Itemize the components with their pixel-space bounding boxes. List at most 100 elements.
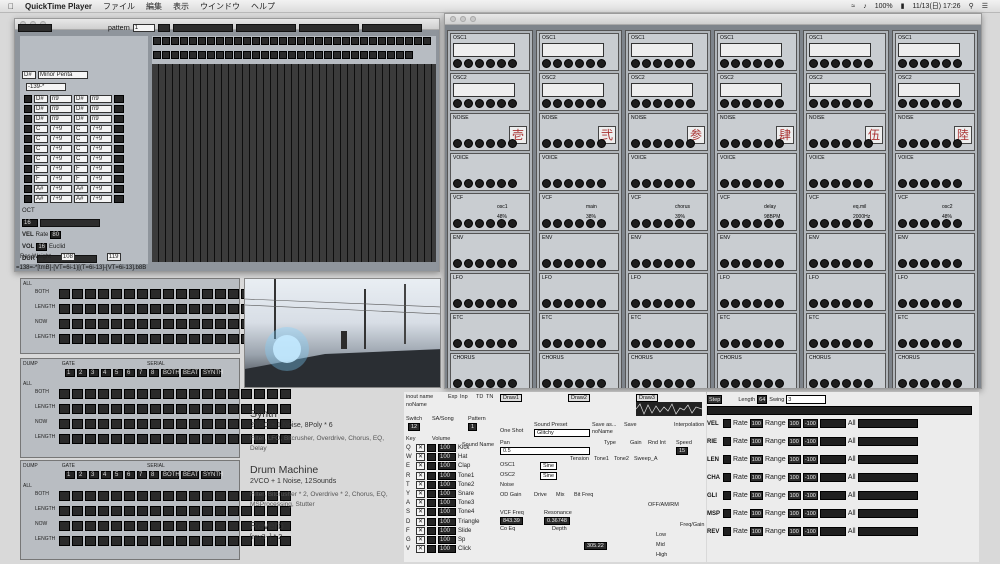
knob[interactable] <box>842 139 851 148</box>
mute-toggle[interactable]: ✕ <box>416 517 425 526</box>
gate-cell[interactable] <box>98 404 109 414</box>
knob[interactable] <box>497 299 506 308</box>
gate-cell[interactable] <box>150 521 161 531</box>
knob[interactable] <box>809 179 818 188</box>
row-root[interactable]: C <box>34 125 48 133</box>
both-button[interactable]: BOTH <box>161 471 180 479</box>
row-root[interactable]: D# <box>34 95 48 103</box>
gate-cell[interactable] <box>176 491 187 501</box>
list-icon[interactable]: ☰ <box>982 2 988 10</box>
gate-cell[interactable] <box>176 389 187 399</box>
gate-cell[interactable] <box>150 419 161 429</box>
knob[interactable] <box>864 299 873 308</box>
gate-cell[interactable] <box>202 304 213 314</box>
gate-cell[interactable] <box>59 389 70 399</box>
search-icon[interactable]: ⚲ <box>969 2 974 10</box>
gate-cell[interactable] <box>189 389 200 399</box>
gate-cell[interactable] <box>111 389 122 399</box>
mute-toggle[interactable]: ✕ <box>416 444 425 452</box>
row-reset-button[interactable] <box>723 527 731 536</box>
mute-toggle[interactable]: ✕ <box>416 545 425 554</box>
knob[interactable] <box>575 379 584 388</box>
gate-cell[interactable] <box>85 419 96 429</box>
knob[interactable] <box>720 339 729 348</box>
gate-cell[interactable] <box>189 289 200 299</box>
gate-cell[interactable] <box>163 404 174 414</box>
column-button[interactable] <box>180 37 188 45</box>
knob[interactable] <box>898 299 907 308</box>
gate-cell[interactable] <box>215 319 226 329</box>
rate-value[interactable]: 100 <box>749 509 763 518</box>
knob[interactable] <box>464 99 473 108</box>
knob[interactable] <box>909 339 918 348</box>
knob[interactable] <box>853 179 862 188</box>
gate-cell[interactable] <box>267 389 278 399</box>
gate-cell[interactable] <box>228 389 239 399</box>
knob[interactable] <box>853 59 862 68</box>
waveform-display[interactable] <box>453 83 515 97</box>
track-volume[interactable]: 100 <box>438 536 456 544</box>
column-button[interactable] <box>342 37 350 45</box>
gate-cell[interactable] <box>202 404 213 414</box>
range-min[interactable]: 100 <box>787 509 801 518</box>
gate-cell[interactable] <box>228 404 239 414</box>
knob[interactable] <box>920 139 929 148</box>
knob[interactable] <box>864 339 873 348</box>
knob[interactable] <box>631 299 640 308</box>
row-reset-button[interactable] <box>723 491 731 500</box>
row-root[interactable]: C <box>34 155 48 163</box>
row-mute-toggle[interactable] <box>24 125 32 133</box>
knob[interactable] <box>920 339 929 348</box>
rate-value[interactable]: 100 <box>749 419 763 428</box>
track-name[interactable]: Slide <box>458 528 494 534</box>
gate-cell[interactable] <box>254 389 265 399</box>
gate-cell[interactable] <box>111 319 122 329</box>
offam-label[interactable]: OFF/AM/RM <box>648 502 679 508</box>
col-controls-4[interactable] <box>361 24 422 32</box>
step-value-bar[interactable] <box>857 437 918 446</box>
knob[interactable] <box>775 179 784 188</box>
column-button[interactable] <box>243 50 251 59</box>
gate-cell[interactable] <box>163 536 174 546</box>
row-chord-2[interactable]: 7+9 <box>90 145 112 153</box>
solo-toggle[interactable] <box>427 517 436 526</box>
column-button[interactable] <box>378 37 386 45</box>
knob[interactable] <box>553 99 562 108</box>
gate-cell[interactable] <box>215 289 226 299</box>
speed-value[interactable]: 15 <box>676 447 689 455</box>
row-root[interactable]: F <box>34 165 48 173</box>
knob[interactable] <box>831 299 840 308</box>
knob[interactable] <box>742 139 751 148</box>
knob[interactable] <box>931 299 940 308</box>
knob[interactable] <box>475 59 484 68</box>
waveform-display[interactable] <box>898 43 960 57</box>
oneshot-label[interactable]: One Shot <box>500 428 523 434</box>
gate-cell[interactable] <box>59 536 70 546</box>
length-value[interactable]: 64 <box>757 395 768 404</box>
knob[interactable] <box>820 179 829 188</box>
knob[interactable] <box>453 259 462 268</box>
knob[interactable] <box>453 339 462 348</box>
column-button[interactable] <box>189 50 197 59</box>
row-reset-button[interactable] <box>723 455 731 464</box>
knob[interactable] <box>675 339 684 348</box>
gate-cell[interactable] <box>111 491 122 501</box>
range-max[interactable]: -100 <box>802 455 818 464</box>
column-button[interactable] <box>198 50 206 59</box>
knob[interactable] <box>775 339 784 348</box>
mute-toggle[interactable]: ✕ <box>416 526 425 535</box>
gate-cell[interactable] <box>176 506 187 516</box>
gate-cell[interactable] <box>189 521 200 531</box>
knob[interactable] <box>553 59 562 68</box>
knob[interactable] <box>553 219 562 228</box>
knob[interactable] <box>653 339 662 348</box>
knob[interactable] <box>631 59 640 68</box>
mute-toggle[interactable]: ✕ <box>416 453 425 462</box>
knob[interactable] <box>920 179 929 188</box>
row-up-arrow-icon[interactable] <box>114 175 124 183</box>
knob[interactable] <box>931 379 940 388</box>
vcf-freq-value[interactable]: 843.39 <box>500 517 523 525</box>
gate-cell[interactable] <box>137 289 148 299</box>
knob[interactable] <box>653 259 662 268</box>
knob[interactable] <box>686 339 695 348</box>
